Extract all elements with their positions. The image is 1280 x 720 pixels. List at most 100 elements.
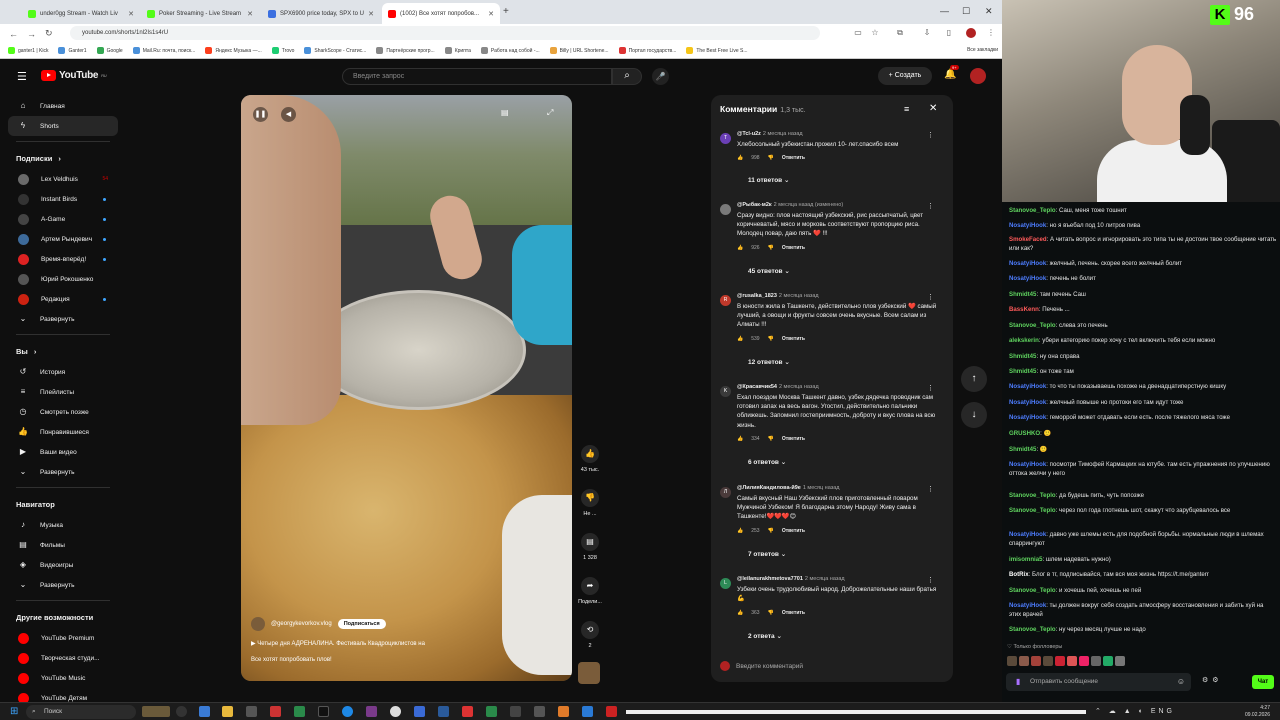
sidebar-item-premium[interactable]: YouTube Premium [8,628,118,648]
taskbar-app-icon[interactable] [366,706,377,717]
cast-icon[interactable]: ▭ [853,28,863,38]
taskbar-app-icon[interactable] [510,706,521,717]
sidebar-item-subscription[interactable]: A-Game [8,209,118,229]
like-icon[interactable]: 👍 [737,155,743,161]
short-video-player[interactable]: ❚❚ ◀ ▤ ⤢ @georgykevorkov.vlog Подписатьс… [241,95,572,681]
chat-username[interactable]: imisomnia5 [1009,556,1043,563]
chrome-icon[interactable] [390,706,401,717]
sidebar-item-games[interactable]: ◈ Видеоигры [8,555,118,575]
close-icon[interactable]: ✕ [247,10,253,18]
dislike-icon[interactable]: 👎 [768,155,774,161]
comment-avatar[interactable]: T [720,133,731,144]
remix-action[interactable]: ⟲ 2 [572,621,608,649]
sidebar-item-expand[interactable]: ⌄ Развернуть [8,575,118,595]
pause-icon[interactable]: ❚❚ [253,107,268,122]
chat-username[interactable]: Stanovoe_Teplo [1009,507,1056,514]
channel-avatar[interactable] [251,617,265,631]
sidebar-item-music[interactable]: ♪ Музыка [8,515,118,535]
chat-username[interactable]: NosatyiHook [1009,275,1046,282]
taskbar-app-icon[interactable] [199,706,210,717]
previous-short-button[interactable]: ↑ [961,366,987,392]
chat-username[interactable]: GRUSHKO [1009,430,1040,437]
replies-toggle[interactable]: 45 ответов ⌄ [748,267,790,275]
reply-button[interactable]: Ответить [782,336,805,342]
menu-icon[interactable]: ☰ [17,70,27,83]
reply-button[interactable]: Ответить [782,155,805,161]
like-icon[interactable]: 👍 [737,436,743,442]
chat-username[interactable]: Shmidt45 [1009,353,1036,360]
like-icon[interactable]: 👍 [737,610,743,616]
browser-tab[interactable]: under0gg Stream - Watch Liv ✕ [22,3,140,24]
comment-avatar[interactable] [720,204,731,215]
channel-name[interactable]: @georgykevorkov.vlog [271,621,332,627]
browser-tab[interactable]: SPX6900 price today, SPX to U ✕ [262,3,380,24]
close-icon[interactable]: ✕ [128,10,134,18]
like-icon[interactable]: 👍 [737,528,743,534]
bookmark[interactable]: SharkScope - Статис... [304,47,366,54]
forward-icon[interactable]: → [27,29,36,39]
dislike-action[interactable]: 👎 Не ... [572,489,608,517]
remix-icon[interactable]: ⟲ [581,621,599,639]
taskbar-app-icon[interactable] [462,706,473,717]
sidebar-item-playlists[interactable]: ≡ Плейлисты [8,382,118,402]
chat-username[interactable]: Stanovoe_Teplo [1009,322,1056,329]
dislike-icon[interactable]: 👎 [581,489,599,507]
notifications-bell-icon[interactable]: 🔔 [944,69,956,80]
chat-username[interactable]: Stanovoe_Teplo [1009,492,1056,499]
bookmark[interactable]: ganter1 | Kick [8,47,48,54]
comment-author[interactable]: @Красавчик54 [737,384,777,390]
reply-button[interactable]: Ответить [782,245,805,251]
system-clock[interactable]: 4:27 09.02.2026 [1160,705,1270,719]
comments-action[interactable]: ▤ 1 328 [572,533,608,561]
dislike-icon[interactable]: 👎 [768,436,774,442]
dislike-icon[interactable]: 👎 [768,336,774,342]
replies-toggle[interactable]: 6 ответов ⌄ [748,458,786,466]
comment-avatar[interactable]: L [720,578,731,589]
chat-username[interactable]: NosatyiHook [1009,602,1046,609]
sidebar-toggle-icon[interactable]: ▯ [944,28,954,38]
reload-icon[interactable]: ↻ [45,28,53,39]
like-icon[interactable]: 👍 [737,245,743,251]
reply-button[interactable]: Ответить [782,610,805,616]
chat-username[interactable]: NosatyiHook [1009,383,1046,390]
more-options-icon[interactable]: ⋮ [927,384,934,392]
new-tab-button[interactable]: + [503,6,509,17]
emote[interactable] [1079,656,1089,666]
subscribe-button[interactable]: Подписаться [337,619,386,629]
emote[interactable] [1031,656,1041,666]
share-action[interactable]: ➦ Подели... [572,577,608,605]
emote[interactable] [1055,656,1065,666]
emoji-icon[interactable]: ☺ [1177,673,1185,691]
chat-username[interactable]: NosatyiHook [1009,222,1046,229]
taskbar-app-icon[interactable] [558,706,569,717]
microphone-icon[interactable]: 🎤 [652,68,669,85]
browser-menu-icon[interactable]: ⋮ [986,28,996,38]
sidebar-item-subscription[interactable]: Lex Veldhuis 54 [8,169,118,189]
sidebar-item-music-app[interactable]: YouTube Music [8,668,118,688]
replies-toggle[interactable]: 11 ответов ⌄ [748,176,789,184]
bookmark[interactable]: Mail.Ru: почта, поиск... [132,47,195,54]
back-icon[interactable]: ← [9,29,18,39]
comment-input[interactable]: Введите комментарий [736,663,803,670]
chat-username[interactable]: NosatyiHook [1009,399,1046,406]
dislike-icon[interactable]: 👎 [768,245,774,251]
sidebar-item-subscription[interactable]: Instant Birds [8,189,118,209]
comment-author[interactable]: @ЛилияКандилова-й9е [737,485,801,491]
comment-author[interactable]: @Рыбак-м2к [737,202,772,208]
chat-username[interactable]: Stanovoe_Teplo [1009,207,1056,214]
taskbar-search[interactable]: ⌕ Поиск [26,705,136,719]
taskbar-app-icon[interactable] [414,706,425,717]
maximize-button[interactable]: ☐ [962,6,970,17]
bookmark[interactable]: Trovo [271,47,294,54]
search-input[interactable]: Введите запрос [342,68,612,85]
emote[interactable] [1103,656,1113,666]
sidebar-item-studio[interactable]: Творческая студи... [8,648,118,668]
taskbar-app-icon[interactable] [438,706,449,717]
bookmark[interactable]: Портал государств... [618,47,676,54]
close-icon[interactable]: ✕ [929,103,937,114]
sidebar-item-your-videos[interactable]: ▶ Ваши видео [8,442,118,462]
browser-tab-active[interactable]: (1002) Все хотят попробов... ✕ [382,3,500,24]
emote[interactable] [1091,656,1101,666]
next-short-button[interactable]: ↓ [961,402,987,428]
emote[interactable] [1007,656,1017,666]
